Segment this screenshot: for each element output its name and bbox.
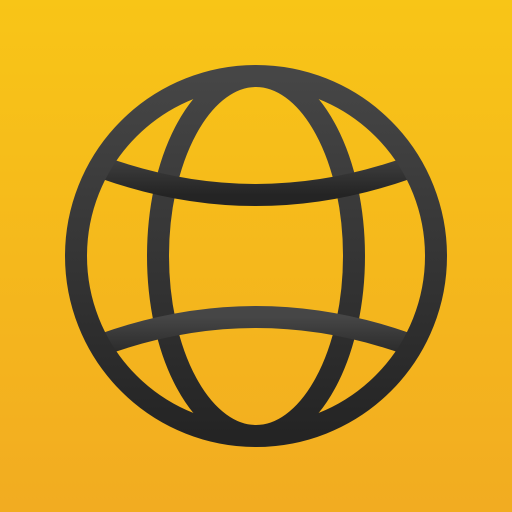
app-icon-tile[interactable] [0, 0, 512, 512]
globe-grid [76, 76, 436, 436]
globe-icon [65, 65, 447, 447]
